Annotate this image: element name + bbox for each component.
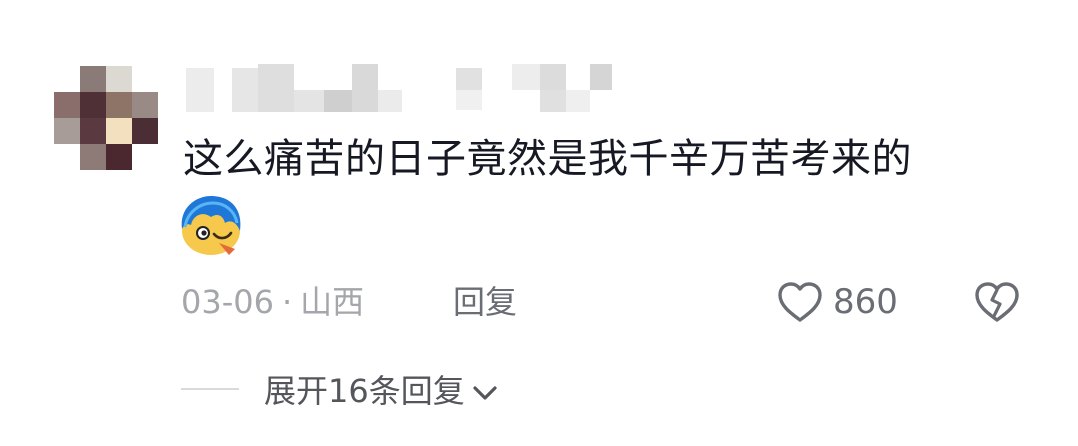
comment-text: 这么痛苦的日子竟然是我千辛万苦考来的	[183, 136, 912, 182]
blue-hair-sticker-icon	[181, 195, 241, 255]
expand-replies-button[interactable]: 展开16条回复	[264, 369, 499, 413]
comment-meta: 03-06 · 山西	[181, 280, 364, 324]
expand-replies-label: 展开16条回复	[264, 372, 465, 410]
username-blurred[interactable]	[186, 64, 616, 112]
divider-line	[181, 388, 239, 390]
chevron-down-icon	[473, 386, 497, 400]
meta-separator: ·	[281, 283, 293, 321]
comment-date: 03-06	[181, 283, 274, 321]
avatar[interactable]	[54, 66, 158, 170]
comment-location: 山西	[300, 283, 365, 321]
broken-heart-icon[interactable]	[972, 280, 1022, 324]
like-count: 860	[833, 282, 898, 322]
reply-button[interactable]: 回复	[453, 280, 517, 324]
heart-icon[interactable]	[776, 280, 824, 324]
